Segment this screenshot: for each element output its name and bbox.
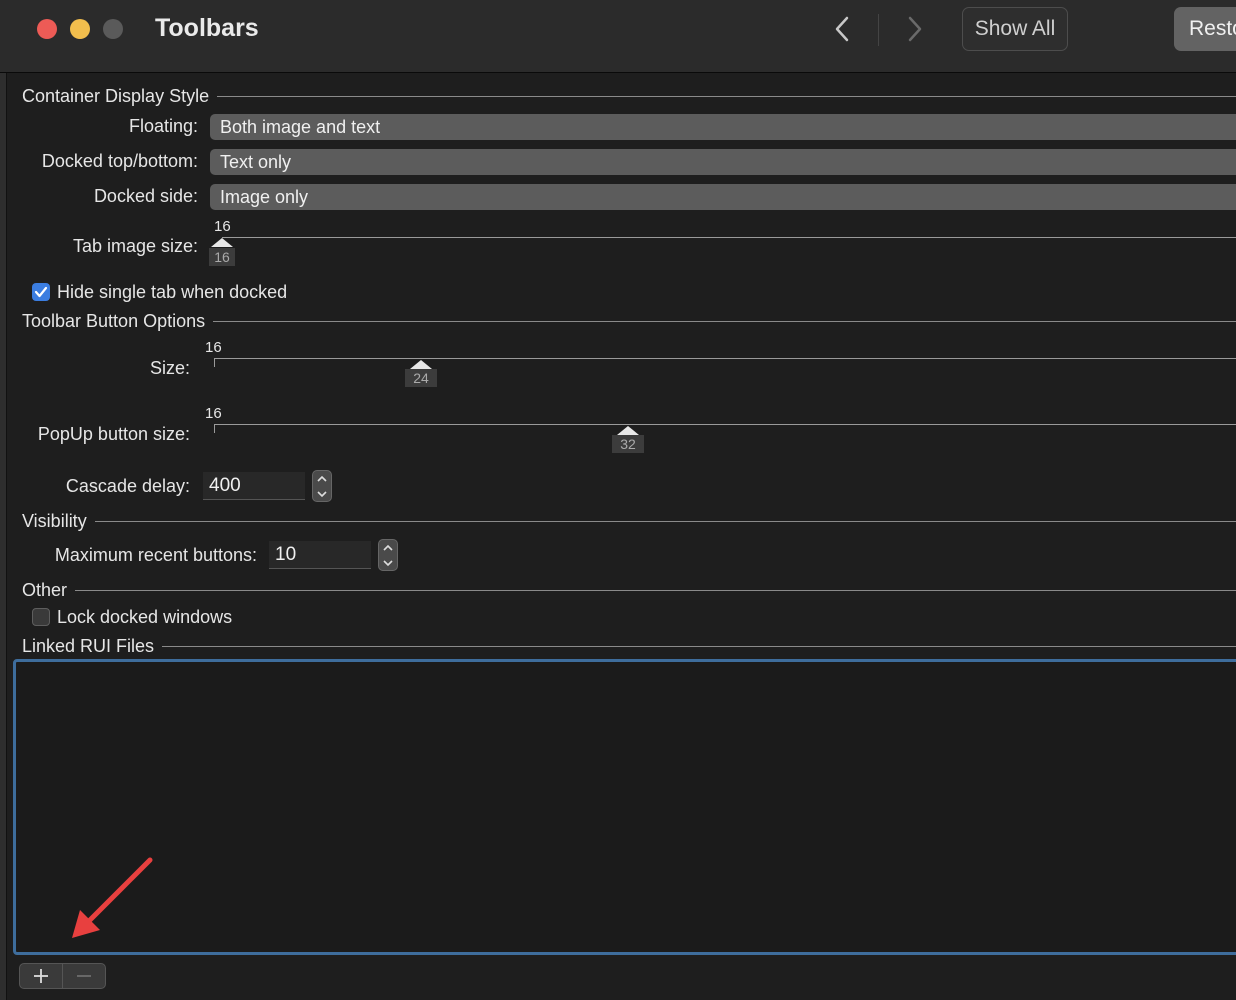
- section-container-display-style: Container Display Style: [22, 84, 1236, 108]
- section-heading: Container Display Style: [22, 85, 210, 106]
- max-recent-buttons-label: Maximum recent buttons:: [54, 545, 257, 565]
- tab-image-size-label: Tab image size:: [72, 236, 198, 256]
- minus-icon: [77, 975, 91, 977]
- title-bar: Toolbars Show All Restore: [0, 0, 1236, 73]
- remove-file-button[interactable]: [63, 964, 105, 988]
- add-file-button[interactable]: [20, 964, 63, 988]
- popup-button-size-track[interactable]: [214, 424, 1236, 425]
- max-recent-buttons-stepper[interactable]: [378, 539, 398, 571]
- tab-image-size-knob[interactable]: [211, 238, 233, 247]
- popup-button-size-min-tick: [214, 424, 215, 433]
- chevron-down-icon: [317, 490, 327, 497]
- popup-button-size-min: 16: [205, 405, 222, 422]
- docked-side-label: Docked side:: [93, 186, 198, 206]
- max-recent-buttons-input[interactable]: 10: [269, 541, 371, 569]
- window-left-edge: [0, 0, 7, 1000]
- add-remove-control: [19, 963, 106, 989]
- section-visibility: Visibility: [22, 509, 1236, 533]
- size-slider-knob[interactable]: [410, 360, 432, 369]
- popup-value: Text only: [220, 151, 292, 172]
- chevron-left-icon: [835, 16, 849, 42]
- cascade-delay-label: Cascade delay:: [65, 476, 190, 496]
- docked-top-bottom-label: Docked top/bottom:: [41, 151, 198, 171]
- size-min: 16: [205, 339, 222, 356]
- red-arrow-icon: [72, 857, 153, 938]
- checkmark-icon: [34, 286, 48, 298]
- plus-icon: [34, 969, 48, 983]
- chevron-up-icon: [317, 475, 327, 482]
- section-divider: [213, 320, 1236, 322]
- cascade-delay-input[interactable]: 400: [203, 472, 305, 500]
- section-divider: [94, 520, 1236, 522]
- size-slider-min-tick: [214, 358, 215, 367]
- back-button[interactable]: [827, 12, 857, 46]
- floating-popup[interactable]: Both image and text: [210, 114, 1236, 140]
- tab-image-size-value: 16: [209, 248, 235, 266]
- forward-button[interactable]: [900, 12, 930, 46]
- section-linked-rui-files: Linked RUI Files: [22, 634, 1236, 658]
- chevron-up-icon: [383, 544, 393, 551]
- popup-button-size-value: 32: [612, 435, 644, 453]
- section-heading: Linked RUI Files: [22, 635, 155, 656]
- popup-button-size-label: PopUp button size:: [37, 424, 190, 444]
- docked-side-popup[interactable]: Image only: [210, 184, 1236, 210]
- restore-button[interactable]: Restore: [1174, 7, 1236, 51]
- size-slider-value: 24: [405, 369, 437, 387]
- lock-docked-windows-checkbox[interactable]: [32, 608, 50, 626]
- section-divider: [75, 589, 1236, 591]
- size-label: Size:: [149, 358, 190, 378]
- chevron-down-icon: [383, 559, 393, 566]
- size-slider-track[interactable]: [214, 358, 1236, 359]
- section-toolbar-button-options: Toolbar Button Options: [22, 309, 1236, 333]
- nav-separator: [878, 14, 879, 46]
- hide-single-tab-checkbox[interactable]: [32, 283, 50, 301]
- show-all-button[interactable]: Show All: [962, 7, 1068, 51]
- section-heading: Other: [22, 579, 68, 600]
- section-divider: [162, 645, 1236, 647]
- tab-image-size-min: 16: [214, 218, 231, 235]
- popup-button-size-knob[interactable]: [617, 426, 639, 435]
- zoom-window-button: [103, 19, 123, 39]
- linked-rui-files-list[interactable]: [13, 659, 1236, 955]
- docked-top-bottom-popup[interactable]: Text only: [210, 149, 1236, 175]
- floating-label: Floating:: [128, 116, 198, 136]
- chevron-right-icon: [908, 16, 922, 42]
- section-other: Other: [22, 578, 1236, 602]
- section-heading: Toolbar Button Options: [22, 310, 206, 331]
- tab-image-size-track[interactable]: [222, 237, 1236, 238]
- hide-single-tab-label: Hide single tab when docked: [57, 282, 288, 302]
- lock-docked-windows-label: Lock docked windows: [57, 607, 233, 627]
- popup-value: Image only: [220, 186, 309, 207]
- cascade-delay-stepper[interactable]: [312, 470, 332, 502]
- section-heading: Visibility: [22, 510, 87, 531]
- section-divider: [217, 95, 1236, 97]
- minimize-window-button[interactable]: [70, 19, 90, 39]
- window-title: Toolbars: [155, 14, 259, 42]
- popup-value: Both image and text: [220, 116, 381, 137]
- close-window-button[interactable]: [37, 19, 57, 39]
